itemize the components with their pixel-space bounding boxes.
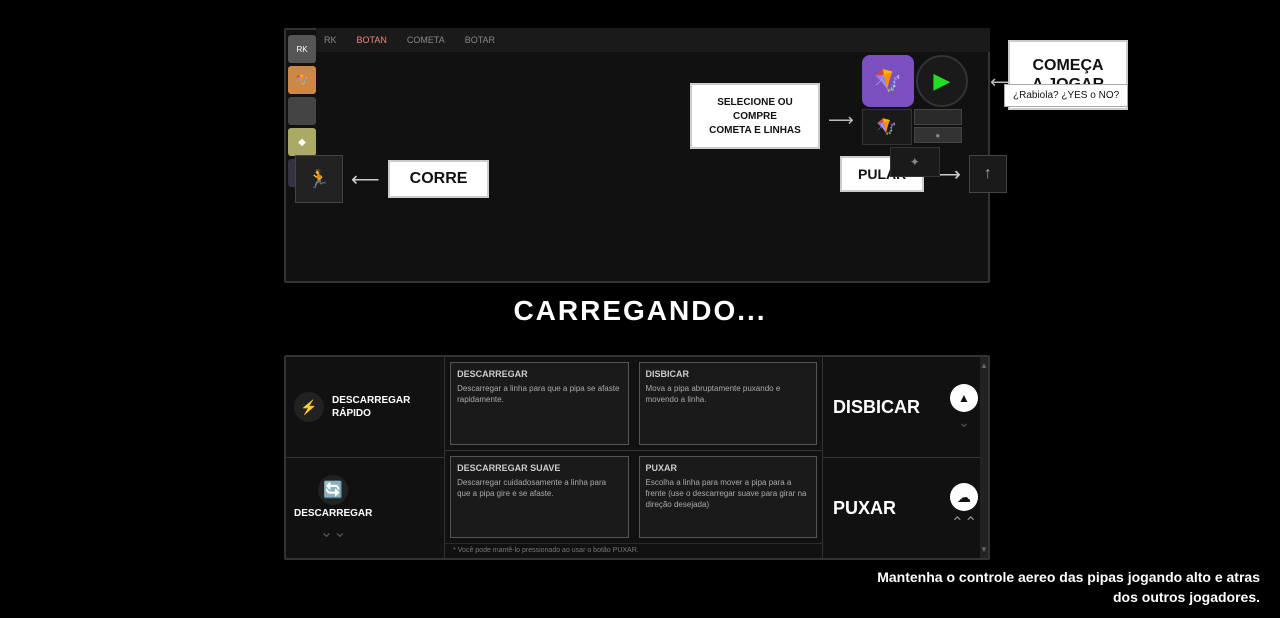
- bp-right: DISBICAR ▲ ⌄ PUXAR ☁ ⌃⌃ ▲ ▼: [823, 357, 988, 558]
- card-descarregar-suave: DESCARREGAR SUAVE Descarregar cuidadosam…: [450, 456, 628, 539]
- corre-arrow: ⟵: [351, 167, 380, 192]
- bottom-right-text: Mantenha o controle aereo das pipas joga…: [877, 568, 1260, 607]
- descarregar-label: DESCARREGAR: [294, 507, 372, 520]
- bottom-text-line2: dos outros jogadores.: [1113, 589, 1260, 605]
- loading-text: CARREGANDO...: [0, 295, 1280, 327]
- start-line1: COMEÇA: [1032, 57, 1103, 74]
- corre-section: 🏃 ⟵ CORRE: [295, 155, 489, 203]
- right-icons-cluster: 🪁 ▶ 🪁 ● ✦: [862, 55, 968, 177]
- card-disbicar-text: Mova a pipa abruptamente puxando e moven…: [646, 383, 810, 405]
- bp-mid-row-1: DESCARREGAR Descarregar a linha para que…: [445, 357, 822, 450]
- pular-icon: ↑: [969, 155, 1007, 193]
- puxar-label: PUXAR: [833, 498, 896, 519]
- card-descarregar: DESCARREGAR Descarregar a linha para que…: [450, 362, 628, 445]
- card-descarregar-suave-title: DESCARREGAR SUAVE: [457, 463, 621, 473]
- bp-descarregar-rapido: ⚡ DESCARREGARRÁPIDO: [286, 357, 444, 458]
- scroll-down-arrow[interactable]: ▼: [980, 545, 988, 554]
- puxar-arrows: ☁ ⌃⌃: [950, 483, 978, 533]
- play-icon[interactable]: ▶: [916, 55, 968, 107]
- nav-cometa[interactable]: COMETA: [407, 35, 445, 45]
- nav-botar[interactable]: BOTAR: [465, 35, 495, 45]
- bp-mid-row-2: DESCARREGAR SUAVE Descarregar cuidadosam…: [445, 450, 822, 544]
- descarregar-rapido-icon: ⚡: [294, 392, 324, 422]
- nav-rk[interactable]: RK: [324, 35, 337, 45]
- select-section: SELECIONE OU COMPRECOMETA E LINHAS ⟶ 🪁 ▶…: [690, 55, 968, 177]
- puxar-dbl-up: ⌃⌃: [951, 513, 978, 533]
- sidebar-icon-1[interactable]: 🪁: [288, 66, 316, 94]
- card-puxar: PUXAR Escolha a linha para mover a pipa …: [639, 456, 817, 539]
- kite2-icon[interactable]: 🪁: [862, 109, 912, 145]
- bottom-text-line1: Mantenha o controle aereo das pipas joga…: [877, 569, 1260, 585]
- corre-icon: 🏃: [295, 155, 343, 203]
- puxar-cloud-icon: ☁: [950, 483, 978, 511]
- descarregar-dbl-arrow: ⌄⌄: [320, 522, 347, 542]
- bp-descarregar: 🔄 DESCARREGAR ⌄⌄: [286, 458, 444, 558]
- bp-mid: DESCARREGAR Descarregar a linha para que…: [445, 357, 823, 558]
- nav-botan[interactable]: BOTAN: [357, 35, 387, 45]
- game-nav: RK BOTAN COMETA BOTAR: [316, 28, 990, 52]
- corre-label: CORRE: [388, 160, 490, 198]
- bottom-icon[interactable]: ✦: [890, 147, 940, 177]
- bp-scrollbar[interactable]: ▲ ▼: [980, 357, 988, 558]
- card-descarregar-title: DESCARREGAR: [457, 369, 621, 379]
- card-disbicar-title: DISBICAR: [646, 369, 810, 379]
- select-cometa-text: SELECIONE OU COMPRECOMETA E LINHAS: [709, 97, 801, 137]
- scroll-up-arrow[interactable]: ▲: [980, 361, 988, 370]
- sidebar-icon-3[interactable]: ◆: [288, 128, 316, 156]
- disbicar-arrows: ▲ ⌄: [950, 384, 978, 431]
- small-icon-1[interactable]: [914, 109, 962, 125]
- select-cometa-box[interactable]: SELECIONE OU COMPRECOMETA E LINHAS: [690, 83, 820, 150]
- bp-left: ⚡ DESCARREGARRÁPIDO 🔄 DESCARREGAR ⌄⌄: [286, 357, 445, 558]
- bp-right-puxar: PUXAR ☁ ⌃⌃: [823, 458, 988, 558]
- kite-icon[interactable]: 🪁: [862, 55, 914, 107]
- bp-note: * Você pode mantê-lo pressionado ao usar…: [445, 543, 822, 558]
- card-descarregar-text: Descarregar a linha para que a pipa se a…: [457, 383, 621, 405]
- bp-right-disbicar: DISBICAR ▲ ⌄: [823, 357, 988, 458]
- small-icon-2[interactable]: ●: [914, 127, 962, 143]
- disbicar-label: DISBICAR: [833, 397, 920, 418]
- disbicar-dbl-down: ⌄: [958, 414, 970, 431]
- select-arrow: ⟶: [828, 110, 854, 131]
- sidebar-icon-2[interactable]: [288, 97, 316, 125]
- bottom-panel: ⚡ DESCARREGARRÁPIDO 🔄 DESCARREGAR ⌄⌄ DES…: [284, 355, 990, 560]
- descarregar-rapido-label: DESCARREGARRÁPIDO: [332, 394, 410, 420]
- card-descarregar-suave-text: Descarregar cuidadosamente a linha para …: [457, 477, 621, 499]
- card-disbicar: DISBICAR Mova a pipa abruptamente puxand…: [639, 362, 817, 445]
- descarregar-icon: 🔄: [318, 475, 348, 505]
- rabiola-tooltip: ¿Rabiola? ¿YES o NO?: [1004, 84, 1128, 107]
- card-puxar-text: Escolha a linha para mover a pipa para a…: [646, 477, 810, 511]
- sidebar-icon-rk[interactable]: RK: [288, 35, 316, 63]
- card-puxar-title: PUXAR: [646, 463, 810, 473]
- disbicar-up-icon: ▲: [950, 384, 978, 412]
